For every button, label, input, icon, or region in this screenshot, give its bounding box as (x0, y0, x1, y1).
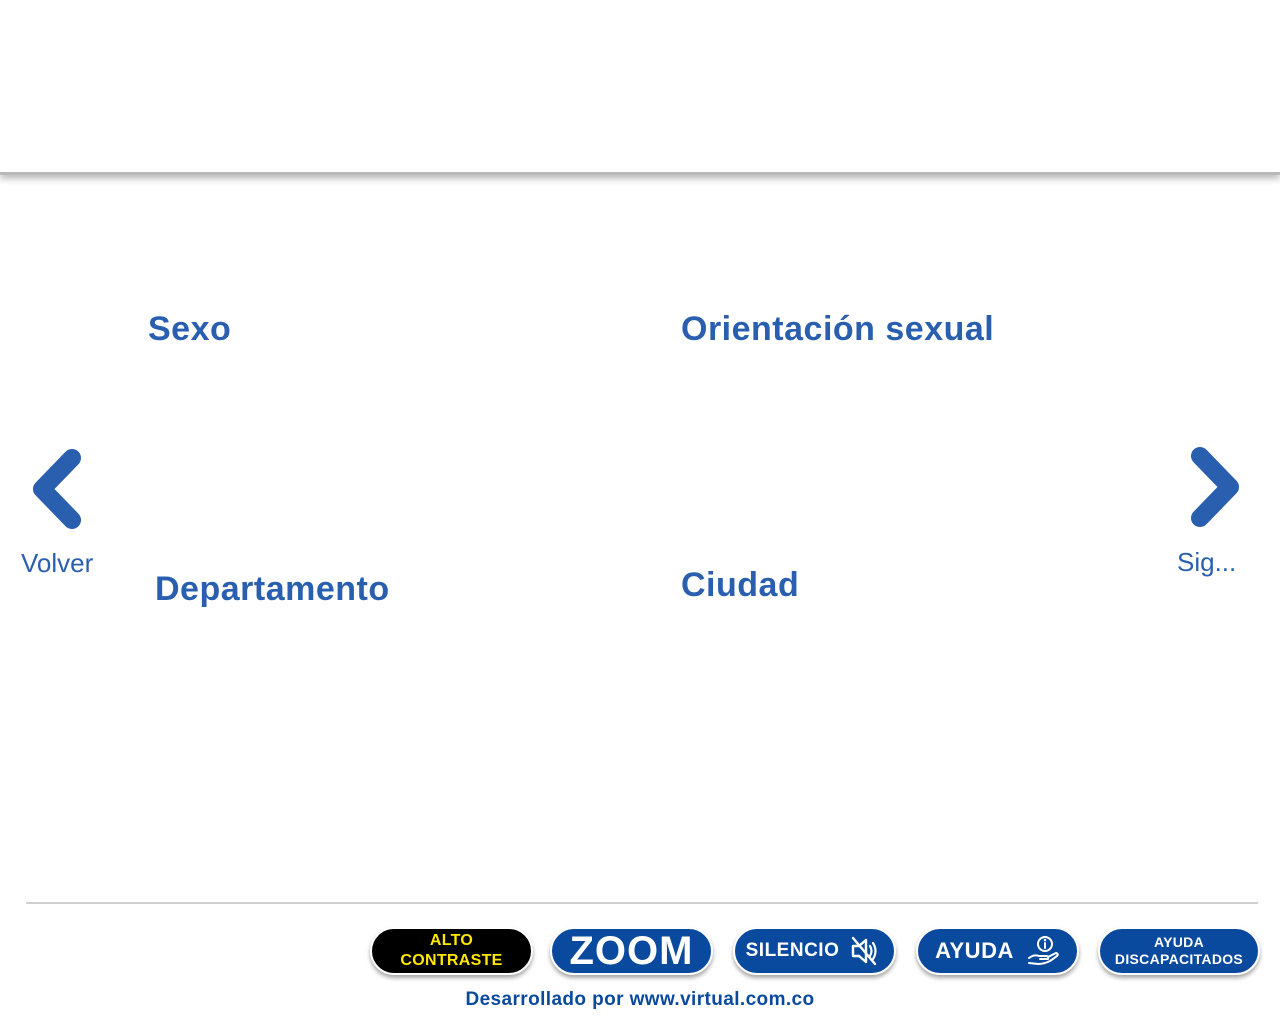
silence-button[interactable]: SILENCIO (733, 927, 896, 975)
top-header (0, 0, 1280, 175)
high-contrast-line2: CONTRASTE (400, 952, 503, 969)
next-button[interactable]: Sig... (1177, 547, 1236, 578)
back-chevron-left-icon[interactable] (28, 446, 88, 532)
disability-help-line2: DISCAPACITADOS (1114, 951, 1244, 967)
zoom-label: ZOOM (569, 928, 694, 973)
speaker-mute-icon (849, 934, 883, 968)
disability-help-button[interactable]: AYUDA DISCAPACITADOS (1098, 927, 1260, 975)
field-label-ciudad: Ciudad (681, 566, 800, 604)
disability-help-line1: AYUDA (1154, 934, 1204, 950)
field-label-sexo: Sexo (148, 310, 232, 348)
hand-info-icon (1026, 934, 1060, 968)
zoom-button[interactable]: ZOOM (550, 927, 713, 975)
silence-label: SILENCIO (745, 940, 840, 961)
next-chevron-right-icon[interactable] (1184, 444, 1244, 530)
help-label: AYUDA (935, 938, 1014, 963)
developer-credit-link[interactable]: Desarrollado por www.virtual.com.co (0, 989, 1280, 1011)
help-button[interactable]: AYUDA (916, 927, 1079, 975)
high-contrast-button[interactable]: ALTO CONTRASTE (370, 927, 533, 975)
footer-divider (26, 902, 1258, 904)
high-contrast-line1: ALTO (429, 932, 474, 949)
field-label-orientacion-sexual: Orientación sexual (681, 310, 995, 348)
field-label-departamento: Departamento (155, 570, 390, 608)
back-button[interactable]: Volver (21, 548, 93, 579)
